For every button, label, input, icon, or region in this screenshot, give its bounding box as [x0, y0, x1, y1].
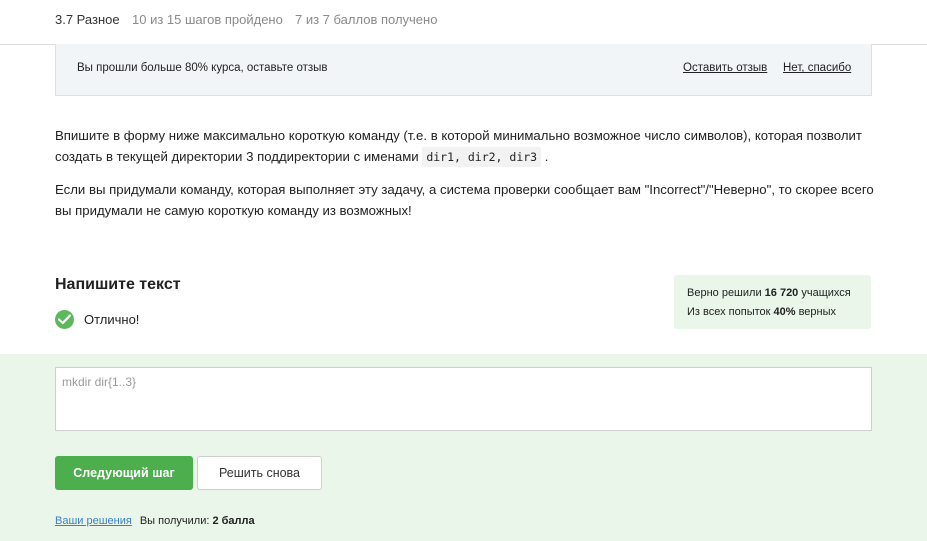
answer-input[interactable]: mkdir dir{1..3}: [55, 367, 872, 431]
score-received: Вы получили: 2 балла: [140, 515, 255, 527]
next-step-button[interactable]: Следующий шаг: [55, 456, 193, 490]
inline-code: dir1, dir2, dir3: [422, 146, 542, 167]
score-prefix: Вы получили:: [139, 515, 213, 527]
task-paragraph-2: Если вы придумали команду, которая выпол…: [55, 182, 874, 218]
stats-solved-prefix: Верно решили: [687, 287, 765, 299]
feedback-banner: Вы прошли больше 80% курса, оставьте отз…: [55, 44, 872, 96]
stats-solved-value: 16 720: [764, 287, 799, 299]
answer-heading: Напишите текст: [55, 276, 181, 293]
no-thanks-link[interactable]: Нет, спасибо: [783, 62, 851, 74]
score-value: 2 балла: [212, 515, 255, 527]
retry-button[interactable]: Решить снова: [197, 456, 322, 490]
task-paragraph-1: Впишите в форму ниже максимально коротку…: [55, 126, 885, 167]
task-text-end: .: [541, 148, 549, 164]
status-label: Отлично!: [84, 312, 140, 327]
check-circle-icon: [55, 310, 74, 329]
lesson-header: 3.7 Разное 10 из 15 шагов пройдено 7 из …: [0, 0, 927, 45]
answer-text: mkdir dir{1..3}: [62, 375, 137, 389]
breadcrumb[interactable]: 3.7 Разное: [55, 12, 120, 27]
task-description: Впишите в форму ниже максимально коротку…: [55, 126, 885, 234]
feedback-banner-message: Вы прошли больше 80% курса, оставьте отз…: [77, 62, 328, 74]
stats-solved-suffix: учащихся: [798, 287, 851, 299]
solve-stats: Верно решили 16 720 учащихся Из всех поп…: [674, 275, 871, 329]
stats-rate-value: 40%: [773, 306, 796, 318]
submission-footer: Ваши решения Вы получили: 2 балла: [55, 515, 255, 527]
leave-review-link[interactable]: Оставить отзыв: [683, 62, 767, 74]
stats-rate-suffix: верных: [795, 306, 837, 318]
steps-progress: 10 из 15 шагов пройдено: [132, 12, 283, 27]
points-progress: 7 из 7 баллов получено: [295, 12, 438, 27]
stats-solved: Верно решили 16 720 учащихся: [687, 287, 851, 299]
your-solutions-link[interactable]: Ваши решения: [55, 515, 132, 527]
stats-correct-rate: Из всех попыток 40% верных: [687, 306, 836, 318]
stats-rate-prefix: Из всех попыток: [687, 306, 774, 318]
